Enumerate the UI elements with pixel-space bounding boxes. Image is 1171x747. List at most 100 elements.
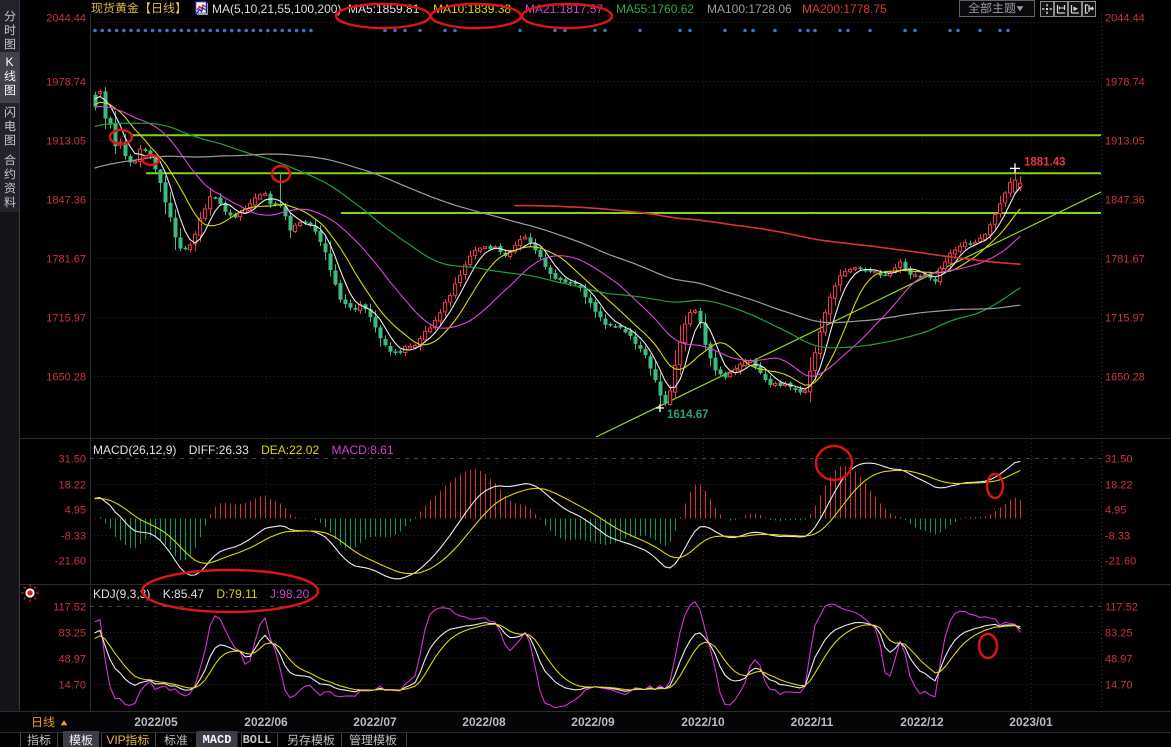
x-axis-month-label: 2022/12 bbox=[900, 715, 943, 729]
candle-body-down bbox=[609, 324, 613, 326]
candle-body-up bbox=[119, 142, 122, 145]
ma-value-3: MA55:1760.62 bbox=[616, 2, 694, 16]
candle-body-down bbox=[569, 282, 573, 284]
signal-dot bbox=[813, 29, 817, 33]
macd-panel bbox=[95, 462, 1021, 579]
trading-app-window: 2044.442044.441978.741978.741913.051913.… bbox=[0, 0, 1171, 747]
price-axis-label-right: 1913.05 bbox=[1105, 136, 1145, 148]
candle-body-up bbox=[839, 276, 842, 285]
signal-dot bbox=[252, 29, 256, 33]
cjk-glyph bbox=[287, 734, 299, 746]
macd-macd-value: MACD:8.61 bbox=[331, 443, 393, 457]
x-axis-month-label: 2022/05 bbox=[134, 715, 177, 729]
theme-dropdown-button[interactable] bbox=[959, 0, 1035, 17]
macd-axis-label-right: 18.22 bbox=[1105, 480, 1133, 492]
candle-body-up bbox=[469, 256, 472, 264]
candle-body-up bbox=[134, 161, 137, 163]
exit-pane-icon[interactable] bbox=[1082, 1, 1096, 17]
cjk-glyph bbox=[4, 120, 16, 132]
candle-body-down bbox=[549, 267, 553, 274]
toolbar-item-2[interactable]: VIP bbox=[100, 731, 155, 747]
candle-body-down bbox=[634, 336, 638, 343]
toolbar-item-7[interactable] bbox=[343, 731, 403, 747]
candle-body-down bbox=[159, 170, 163, 184]
signal-dot bbox=[108, 29, 112, 33]
candle-body-up bbox=[974, 242, 977, 244]
signal-dot bbox=[309, 29, 313, 33]
signal-dot bbox=[678, 29, 682, 33]
candle-body-down bbox=[489, 246, 493, 249]
ma-value-2: MA21:1817.57 bbox=[525, 2, 603, 16]
period-selector[interactable] bbox=[31, 715, 70, 729]
cjk-glyph bbox=[60, 716, 70, 728]
pan-crosshair-icon[interactable] bbox=[1040, 1, 1054, 17]
candle-body-up bbox=[479, 248, 482, 251]
signal-dot bbox=[122, 29, 126, 33]
candle-body-up bbox=[814, 353, 817, 371]
toolbar-separator bbox=[277, 733, 278, 747]
candle-body-down bbox=[174, 218, 178, 238]
snap-left-icon[interactable] bbox=[1054, 1, 1068, 17]
cjk-glyph bbox=[91, 2, 103, 14]
candle-body-up bbox=[484, 247, 487, 249]
vertical-char bbox=[0, 133, 19, 147]
macd-axis-label-left: 4.95 bbox=[65, 505, 86, 517]
main-price-panel: 1881.431614.67 bbox=[93, 29, 1101, 437]
price-axis-label-right: 1978.74 bbox=[1105, 77, 1145, 89]
toolbar-item-0[interactable] bbox=[21, 731, 57, 747]
candle-body-up bbox=[204, 209, 207, 218]
toolbar-item-5[interactable]: BOLL bbox=[237, 731, 278, 747]
ma-line-ma200 bbox=[515, 206, 1020, 265]
cjk-glyph bbox=[127, 2, 139, 14]
signal-dot bbox=[180, 29, 184, 33]
candle-body-up bbox=[964, 243, 967, 247]
signal-dot bbox=[978, 29, 982, 33]
toolbar-item-1[interactable] bbox=[63, 731, 99, 747]
candle-body-down bbox=[374, 317, 378, 328]
signal-dot bbox=[393, 29, 397, 33]
ma-line-ma21 bbox=[95, 107, 1020, 377]
candle-body-down bbox=[644, 349, 648, 355]
cjk-glyph bbox=[992, 2, 1004, 14]
ma-line-ma55 bbox=[95, 123, 1020, 348]
vertical-char bbox=[0, 195, 19, 209]
candle-body-up bbox=[679, 342, 682, 365]
candle-body-down bbox=[149, 151, 153, 155]
vertical-char: K bbox=[0, 55, 19, 69]
signal-dot bbox=[913, 29, 917, 33]
kdj-k-value: K:85.47 bbox=[163, 587, 204, 601]
cjk-glyph bbox=[31, 716, 43, 728]
cjk-glyph bbox=[4, 196, 16, 208]
kdj-d-value: D:79.11 bbox=[216, 587, 257, 601]
cjk-glyph bbox=[69, 734, 81, 746]
snap-right-icon[interactable] bbox=[1068, 1, 1082, 17]
vertical-char bbox=[0, 153, 19, 167]
signal-dot bbox=[194, 29, 198, 33]
toolbar-item-4[interactable]: MACD bbox=[197, 731, 238, 747]
candle-body-down bbox=[969, 243, 973, 245]
kline-chart-canvas[interactable]: 2044.442044.441978.741978.741913.051913.… bbox=[0, 0, 1171, 747]
candle-body-down bbox=[339, 283, 343, 299]
sidebar-tab-kline[interactable]: K bbox=[0, 52, 19, 103]
cjk-glyph bbox=[4, 134, 16, 146]
candle-body-up bbox=[899, 262, 902, 268]
signal-dot bbox=[244, 29, 248, 33]
toolbar-item-6[interactable] bbox=[281, 731, 341, 747]
candle-body-down bbox=[764, 374, 768, 380]
cjk-glyph bbox=[115, 2, 127, 14]
candle-body-up bbox=[439, 313, 442, 321]
kdj-indicator-header: KDJ(9,3,3) K:85.47 D:79.11 J:98.20 bbox=[93, 587, 318, 601]
candle-body-up bbox=[414, 345, 417, 347]
cjk-glyph bbox=[4, 24, 16, 36]
candle-body-down bbox=[529, 237, 533, 242]
candle-body-down bbox=[184, 248, 188, 250]
x-axis-month-label: 2022/07 bbox=[353, 715, 396, 729]
signal-dot bbox=[838, 29, 842, 33]
candle-body-down bbox=[614, 326, 618, 328]
candle-body-down bbox=[389, 346, 393, 352]
candle-body-down bbox=[624, 329, 628, 332]
toolbar-item-3[interactable] bbox=[158, 731, 194, 747]
macd-diff-value: DIFF:26.33 bbox=[189, 443, 249, 457]
sidebar-tab-contract-info[interactable] bbox=[0, 150, 19, 213]
sidebar-tab-flash[interactable] bbox=[0, 102, 19, 151]
